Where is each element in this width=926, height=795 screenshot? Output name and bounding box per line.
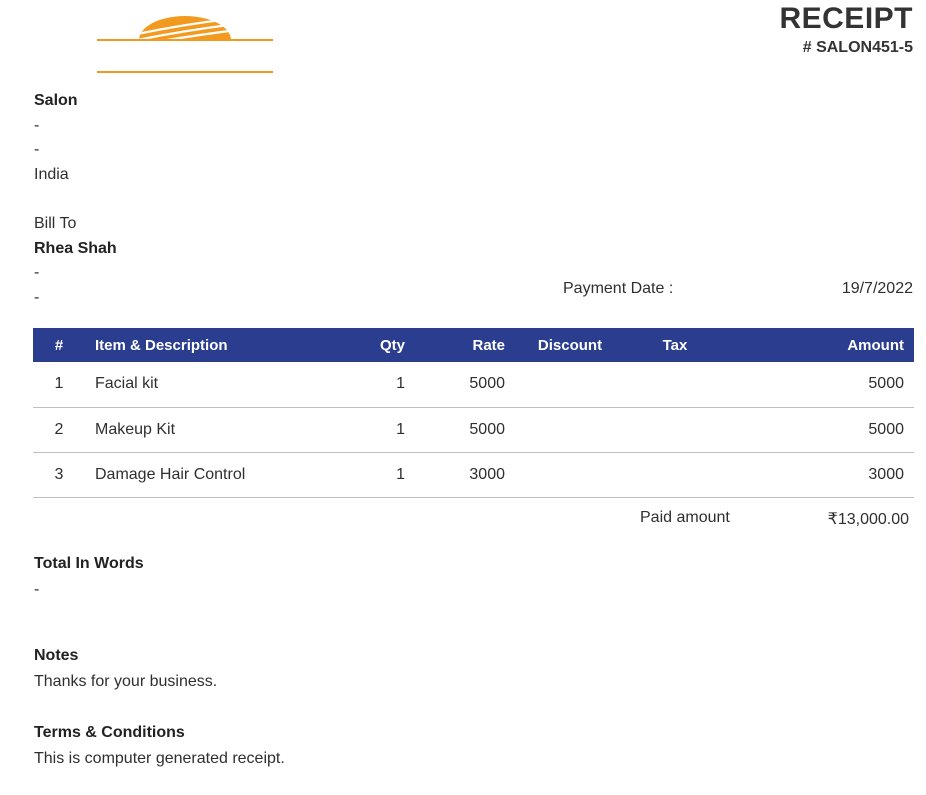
paid-amount-label: Paid amount [640, 509, 730, 526]
total-in-words-heading: Total In Words [34, 555, 144, 572]
row-num: 1 [33, 362, 85, 408]
row-amount: 3000 [725, 452, 914, 498]
header-description: Item & Description [95, 336, 228, 354]
row-rate: 3000 [415, 452, 515, 498]
client-name: Rhea Shah [34, 239, 117, 257]
header-discount: Discount [537, 336, 603, 354]
notes-heading: Notes [34, 647, 79, 664]
total-in-words-value: - [34, 581, 40, 598]
terms-section: Terms & Conditions This is computer gene… [34, 720, 285, 772]
row-discount [515, 452, 625, 498]
table-row: 1 Facial kit 1 5000 5000 [33, 362, 914, 408]
items-table-header: # Item & Description Qty Rate Discount T… [33, 328, 914, 362]
row-num: 2 [33, 407, 85, 453]
row-discount [515, 407, 625, 453]
payment-date-value: 19/7/2022 [841, 280, 913, 297]
terms-text: This is computer generated receipt. [34, 750, 285, 767]
client-address-line-1: - [34, 264, 40, 281]
company-logo [97, 14, 273, 76]
notes-section: Notes Thanks for your business. [34, 643, 217, 695]
table-row: 3 Damage Hair Control 1 3000 3000 [33, 452, 914, 498]
payment-date-label: Payment Date : [563, 280, 674, 297]
row-rate: 5000 [415, 362, 515, 408]
terms-heading: Terms & Conditions [34, 724, 185, 741]
receipt-title: RECEIPT [779, 2, 913, 35]
row-description: Facial kit [85, 362, 335, 408]
header-qty: Qty [379, 336, 405, 354]
receipt-number: # SALON451-5 [802, 39, 913, 56]
paid-amount-value: ₹13,000.00 [827, 511, 909, 528]
company-name: Salon [34, 92, 78, 109]
table-row: 2 Makeup Kit 1 5000 5000 [33, 407, 914, 453]
total-in-words-section: Total In Words - [34, 551, 144, 603]
row-qty: 1 [335, 362, 415, 408]
header-amount: Amount [847, 336, 904, 354]
row-tax [625, 407, 725, 453]
company-address-line-2: - [34, 141, 40, 158]
items-table: # Item & Description Qty Rate Discount T… [33, 328, 914, 498]
bill-to-label: Bill To [34, 215, 77, 232]
row-description: Damage Hair Control [85, 452, 335, 498]
row-tax [625, 362, 725, 408]
row-rate: 5000 [415, 407, 515, 453]
company-address-line-1: - [34, 116, 40, 134]
client-address-line-2: - [34, 288, 40, 306]
row-discount [515, 362, 625, 408]
company-address: Salon - - India [34, 89, 78, 187]
row-amount: 5000 [725, 362, 914, 408]
row-description: Makeup Kit [85, 407, 335, 453]
company-country: India [34, 165, 69, 183]
row-num: 3 [33, 452, 85, 498]
row-tax [625, 452, 725, 498]
header-tax: Tax [662, 336, 688, 354]
notes-text: Thanks for your business. [34, 673, 218, 690]
bill-to-block: Bill To Rhea Shah - - [34, 212, 117, 310]
header-rate: Rate [472, 336, 505, 354]
header-num: # [54, 336, 64, 354]
row-qty: 1 [335, 452, 415, 498]
row-qty: 1 [335, 407, 415, 453]
row-amount: 5000 [725, 407, 914, 453]
